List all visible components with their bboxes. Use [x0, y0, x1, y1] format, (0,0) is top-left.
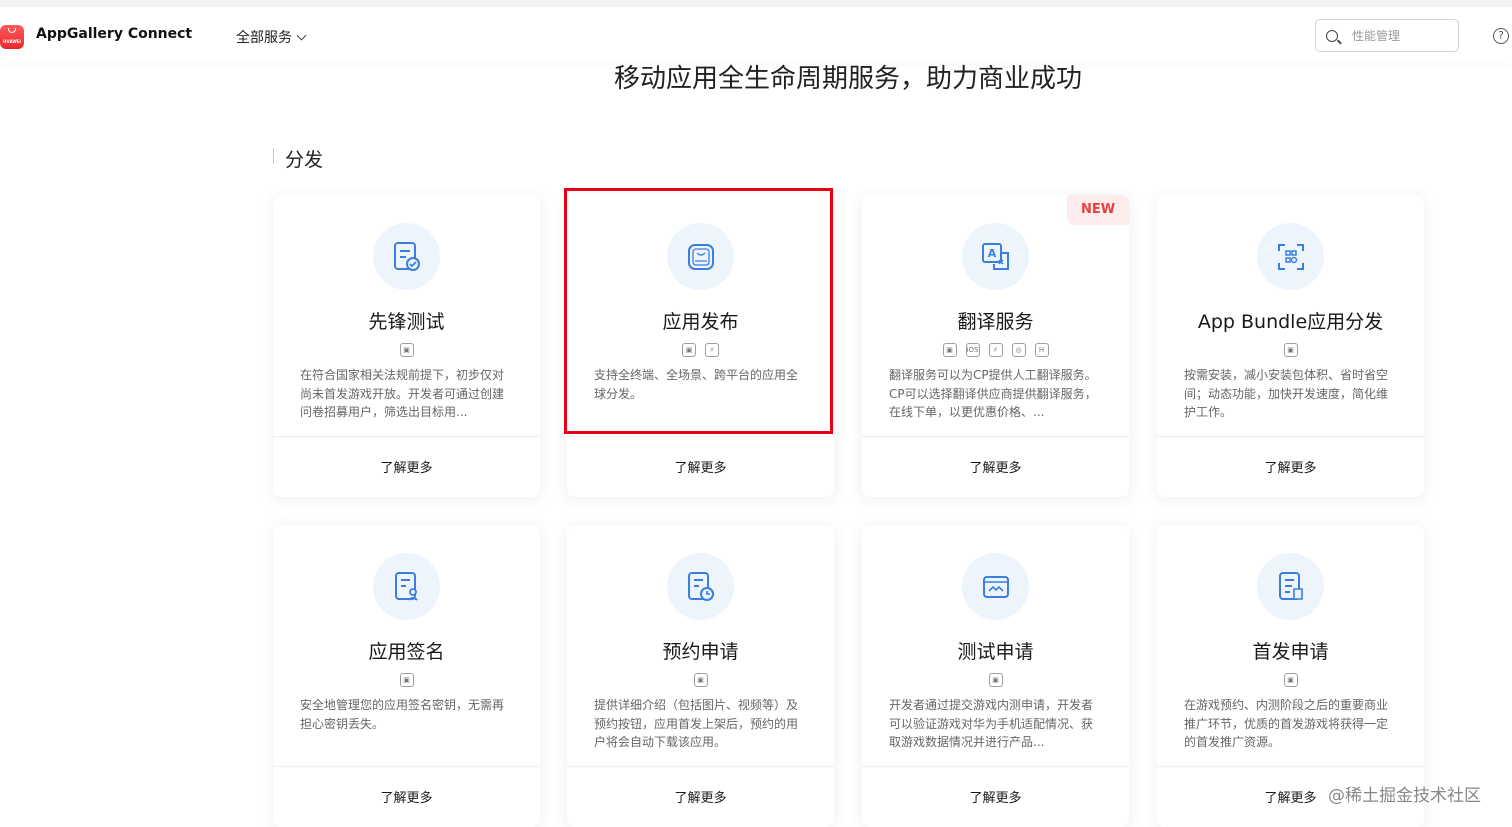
platform-icons: ▣	[567, 673, 834, 687]
top-header: HUAWEI AppGallery Connect 全部服务 ?	[0, 7, 1512, 63]
test-apply-icon	[962, 553, 1029, 620]
service-card[interactable]: A 翻译服务 ▣ iOS ⚡ ◎ H 翻译服务可以为CP提供人工翻译服务。CP可以选择翻译供应…	[862, 195, 1129, 497]
svg-text:A: A	[987, 247, 996, 260]
huawei-logo[interactable]: HUAWEI	[0, 25, 24, 49]
card-divider	[862, 436, 1129, 437]
translate-icon: A	[962, 223, 1029, 290]
card-title: 翻译服务	[957, 311, 1034, 333]
help-icon[interactable]: ?	[1493, 28, 1509, 44]
reservation-icon	[667, 553, 734, 620]
learn-more-link[interactable]: 了解更多	[862, 787, 1129, 806]
launch-apply-icon	[1257, 553, 1324, 620]
android-platform-icon: ▣	[399, 673, 414, 687]
card-title: App Bundle应用分发	[1197, 311, 1384, 333]
service-card[interactable]: 预约申请 ▣ 提供详细介绍（包括图片、视频等）及预约按钮，应用首发上架后，预约的用户…	[567, 525, 834, 827]
highlight-box	[564, 188, 833, 434]
service-card[interactable]: 先锋测试 ▣ 在符合国家相关法规前提下，初步仅对尚未首发游戏开放。开发者可通过创建问…	[273, 195, 540, 497]
card-title: 先锋测试	[368, 311, 445, 333]
card-description: 在符合国家相关法规前提下，初步仅对尚未首发游戏开放。开发者可通过创建问卷招募用户…	[300, 368, 505, 419]
signature-icon	[373, 553, 440, 620]
new-badge: NEW	[1067, 195, 1129, 225]
document-test-icon	[373, 223, 440, 290]
harmony-platform-icon: H	[1034, 343, 1049, 357]
card-title: 测试申请	[957, 641, 1034, 663]
web-platform-icon: ◎	[1011, 343, 1026, 357]
learn-more-link[interactable]: 了解更多	[567, 787, 834, 806]
android-platform-icon: ▣	[1283, 673, 1298, 687]
android-platform-icon: ▣	[693, 673, 708, 687]
card-title: 预约申请	[662, 641, 739, 663]
card-description: 按需安装，减小安装包体积、省时省空间；动态功能，加快开发速度，简化维护工作。	[1184, 368, 1389, 419]
card-divider	[273, 436, 540, 437]
service-card[interactable]: 测试申请 ▣ 开发者通过提交游戏内测申请，开发者可以验证游戏对华为手机适配情况、获取…	[862, 525, 1129, 827]
card-title: 应用签名	[368, 641, 445, 663]
android-platform-icon: ▣	[942, 343, 957, 357]
platform-icons: ▣	[273, 673, 540, 687]
platform-icons: ▣ iOS ⚡ ◎ H	[862, 343, 1129, 357]
section-title: 分发	[273, 145, 323, 172]
search-box[interactable]	[1315, 19, 1459, 52]
platform-icons: ▣	[862, 673, 1129, 687]
all-services-menu[interactable]: 全部服务	[236, 27, 307, 47]
card-divider	[273, 766, 540, 767]
hero-title: 移动应用全生命周期服务，助力商业成功	[613, 64, 1082, 94]
quickapp-platform-icon: ⚡	[988, 343, 1003, 357]
all-services-label: 全部服务	[236, 30, 292, 46]
top-strip	[0, 0, 1512, 7]
learn-more-link[interactable]: 了解更多	[273, 457, 540, 476]
service-card[interactable]: App Bundle应用分发 ▣ 按需安装，减小安装包体积、省时省空间；动态功能，加…	[1157, 195, 1424, 497]
search-icon	[1326, 29, 1338, 42]
android-platform-icon: ▣	[1283, 343, 1298, 357]
app-bundle-icon	[1257, 223, 1324, 290]
platform-icons: ▣	[1157, 673, 1424, 687]
platform-icons: ▣	[273, 343, 540, 357]
search-input[interactable]	[1352, 28, 1452, 43]
ios-platform-icon: iOS	[965, 343, 980, 357]
card-divider	[1157, 436, 1424, 437]
learn-more-link[interactable]: 了解更多	[862, 457, 1129, 476]
card-description: 提供详细介绍（包括图片、视频等）及预约按钮，应用首发上架后，预约的用户将会自动下…	[594, 698, 799, 749]
watermark: @稀土掘金技术社区	[1328, 786, 1481, 806]
learn-more-link[interactable]: 了解更多	[273, 787, 540, 806]
android-platform-icon: ▣	[988, 673, 1003, 687]
card-divider	[567, 766, 834, 767]
app-title[interactable]: AppGallery Connect	[36, 26, 192, 42]
platform-icons: ▣	[1157, 343, 1424, 357]
learn-more-link[interactable]: 了解更多	[1157, 457, 1424, 476]
card-description: 在游戏预约、内测阶段之后的重要商业推广环节，优质的首发游戏将获得一定的首发推广资…	[1184, 698, 1389, 749]
android-platform-icon: ▣	[399, 343, 414, 357]
card-description: 翻译服务可以为CP提供人工翻译服务。CP可以选择翻译供应商提供翻译服务，在线下单…	[889, 368, 1097, 419]
learn-more-link[interactable]: 了解更多	[567, 457, 834, 476]
card-description: 安全地管理您的应用签名密钥，无需再担心密钥丢失。	[300, 698, 505, 731]
card-divider	[862, 766, 1129, 767]
card-divider	[567, 436, 834, 437]
card-title: 首发申请	[1252, 641, 1329, 663]
service-card[interactable]: 应用签名 ▣ 安全地管理您的应用签名密钥，无需再担心密钥丢失。了解更多	[273, 525, 540, 827]
card-divider	[1157, 766, 1424, 767]
chevron-down-icon	[296, 30, 307, 40]
card-description: 开发者通过提交游戏内测申请，开发者可以验证游戏对华为手机适配情况、获取游戏数据情…	[889, 698, 1094, 749]
